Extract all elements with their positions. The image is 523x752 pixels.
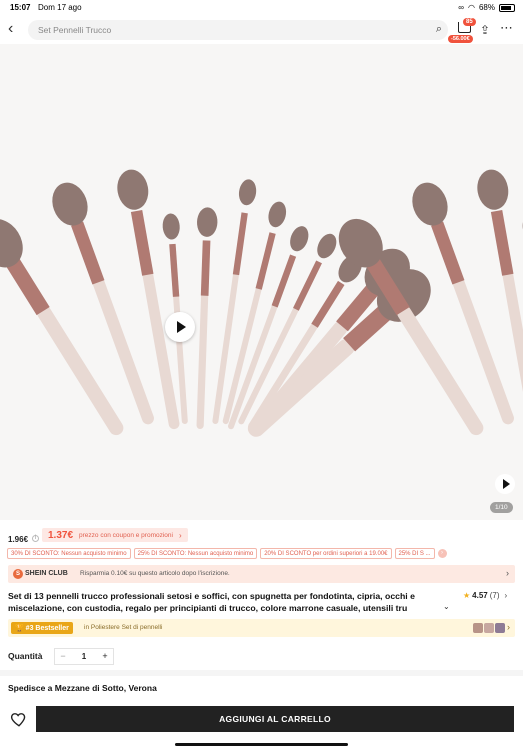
club-icon: S bbox=[13, 569, 23, 579]
link-icon: ∞ bbox=[458, 3, 464, 12]
bestseller-banner[interactable]: 🏆 #3 Bestseller in Poliestere Set di pen… bbox=[8, 619, 515, 637]
shipping-destination[interactable]: Spedisce a Mezzane di Sotto, Verona bbox=[8, 683, 157, 693]
quantity-increase-button[interactable]: + bbox=[97, 649, 113, 664]
wifi-icon: ◠ bbox=[468, 3, 475, 12]
club-name: SHEIN CLUB bbox=[25, 570, 68, 577]
cart-badge: 85 bbox=[463, 18, 476, 26]
add-to-cart-button[interactable]: AGGIUNGI AL CARRELLO bbox=[36, 706, 514, 732]
cart-button[interactable]: 85 -56.00€ bbox=[448, 18, 476, 43]
current-price: 1.96€ bbox=[8, 535, 29, 544]
search-placeholder: Set Pennelli Trucco bbox=[38, 25, 112, 35]
quantity-row: Quantità − 1 + bbox=[8, 648, 515, 666]
expand-title-icon[interactable]: ⌄ bbox=[443, 602, 450, 611]
bestseller-label: #3 Bestseller bbox=[25, 625, 69, 632]
heart-icon[interactable] bbox=[10, 710, 28, 728]
play-icon bbox=[177, 321, 186, 333]
chevron-right-icon: › bbox=[178, 530, 182, 540]
back-icon[interactable]: ‹ bbox=[8, 21, 24, 37]
quantity-value[interactable]: 1 bbox=[71, 649, 97, 664]
thumbnail bbox=[473, 623, 483, 633]
status-date: Dom 17 ago bbox=[38, 3, 82, 12]
bottom-action-bar: AGGIUNGI AL CARRELLO bbox=[0, 704, 523, 734]
product-image bbox=[0, 169, 523, 437]
bestseller-text: in Poliestere Set di pennelli bbox=[84, 624, 163, 631]
price-row: 1.96€ i 1.37€ prezzo con coupon e promoz… bbox=[0, 527, 523, 545]
search-icon[interactable]: ⌕ bbox=[436, 23, 442, 36]
rating-count: (7) bbox=[489, 591, 500, 600]
coupon-price-banner[interactable]: 1.37€ prezzo con coupon e promozioni › bbox=[42, 528, 188, 542]
product-rating[interactable]: ★ 4.57 (7) › bbox=[463, 591, 507, 600]
quantity-decrease-button[interactable]: − bbox=[55, 649, 71, 664]
search-input[interactable]: Set Pennelli Trucco ⌕ bbox=[28, 20, 448, 40]
coupon-price: 1.37€ bbox=[48, 529, 74, 541]
coupon-text: prezzo con coupon e promozioni bbox=[79, 531, 173, 539]
discount-tag[interactable]: 25% DI SCONTO: Nessun acquisto minimo bbox=[133, 548, 258, 559]
brush-illustration bbox=[196, 207, 218, 430]
more-icon[interactable]: ⋯ bbox=[500, 20, 514, 36]
image-page-indicator: 1/10 bbox=[490, 502, 513, 513]
thumbnail bbox=[484, 623, 494, 633]
discount-tag[interactable]: 25% DI S ... bbox=[394, 548, 435, 559]
info-icon[interactable]: i bbox=[32, 535, 39, 542]
bestseller-badge: 🏆 #3 Bestseller bbox=[11, 622, 73, 634]
status-right: ∞ ◠ 68% bbox=[458, 3, 515, 12]
battery-icon bbox=[499, 3, 515, 12]
status-time: 15:07 bbox=[10, 3, 31, 12]
status-bar: 15:07 Dom 17 ago ∞ ◠ 68% bbox=[0, 0, 523, 16]
cart-savings-badge: -56.00€ bbox=[448, 35, 473, 43]
chevron-right-icon: › bbox=[506, 568, 509, 578]
shein-club-banner[interactable]: S SHEIN CLUB Risparmia 0.10€ su questo a… bbox=[8, 565, 515, 583]
video-play-small-button[interactable] bbox=[495, 474, 515, 494]
battery-percent: 68% bbox=[478, 3, 495, 12]
home-indicator bbox=[175, 743, 348, 746]
thumbnail bbox=[495, 623, 505, 633]
quantity-label: Quantità bbox=[8, 651, 43, 661]
club-text: Risparmia 0.10€ su questo articolo dopo … bbox=[80, 570, 230, 577]
top-bar: ‹ Set Pennelli Trucco ⌕ 85 -56.00€ ⇪ ⋯ bbox=[0, 16, 523, 44]
star-icon: ★ bbox=[463, 591, 471, 600]
rating-value: 4.57 bbox=[472, 591, 488, 600]
discount-tag[interactable]: 20% DI SCONTO per ordini superiori a 19.… bbox=[260, 548, 392, 559]
discounts-chevron-icon[interactable]: › bbox=[437, 549, 447, 558]
video-play-button[interactable] bbox=[165, 312, 195, 342]
quantity-stepper: − 1 + bbox=[54, 648, 114, 665]
discount-tags: 30% DI SCONTO: Nessun acquisto minimo 25… bbox=[7, 548, 523, 559]
play-small-icon bbox=[503, 479, 510, 489]
product-title: Set di 13 pennelli trucco professionali … bbox=[8, 591, 415, 613]
chevron-right-icon: › bbox=[507, 622, 510, 632]
section-divider bbox=[0, 670, 523, 676]
share-icon[interactable]: ⇪ bbox=[480, 23, 490, 37]
chevron-right-icon: › bbox=[504, 591, 508, 600]
discount-tag[interactable]: 30% DI SCONTO: Nessun acquisto minimo bbox=[7, 548, 131, 559]
product-image-gallery[interactable]: 1/10 bbox=[0, 44, 523, 520]
bestseller-thumbnails bbox=[473, 623, 506, 633]
